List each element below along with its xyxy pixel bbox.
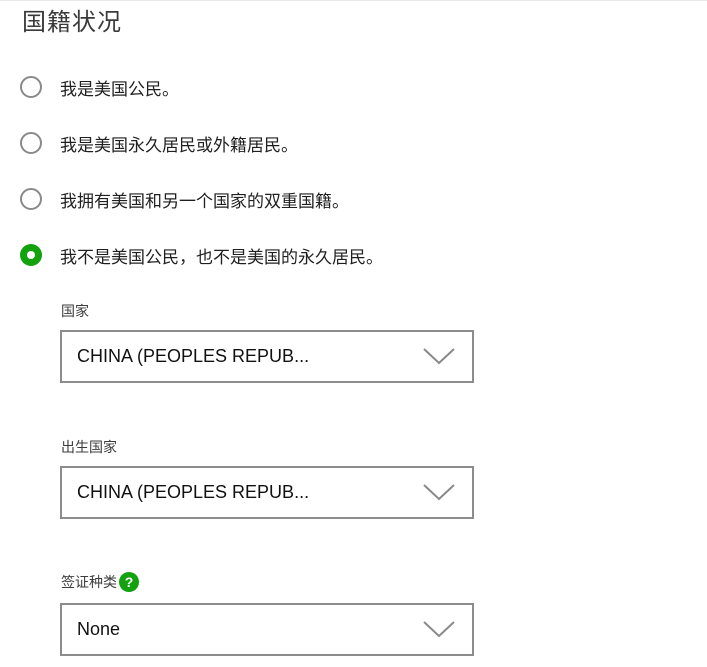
country-label-text: 国家 bbox=[61, 304, 89, 320]
radio-label: 我是美国永久居民或外籍居民。 bbox=[60, 135, 298, 156]
radio-label: 我不是美国公民，也不是美国的永久居民。 bbox=[60, 247, 383, 268]
country-select-value: CHINA (PEOPLES REPUB... bbox=[77, 346, 310, 366]
radio-button-checked[interactable] bbox=[20, 244, 42, 266]
birth-country-select[interactable]: CHINA (PEOPLES REPUB... bbox=[60, 466, 474, 519]
section-title: 国籍状况 bbox=[22, 8, 122, 36]
help-icon[interactable]: ? bbox=[119, 572, 139, 592]
radio-option-non-citizen[interactable]: 我不是美国公民，也不是美国的永久居民。 bbox=[20, 240, 383, 270]
visa-type-label: 签证种类 ? bbox=[61, 572, 139, 592]
chevron-down-icon bbox=[423, 621, 455, 638]
radio-option-dual-citizen[interactable]: 我拥有美国和另一个国家的双重国籍。 bbox=[20, 184, 349, 214]
radio-label: 我拥有美国和另一个国家的双重国籍。 bbox=[60, 191, 349, 212]
chevron-down-icon bbox=[423, 484, 455, 501]
chevron-down-icon bbox=[423, 348, 455, 365]
radio-button-unchecked[interactable] bbox=[20, 188, 42, 210]
birth-country-label: 出生国家 bbox=[61, 437, 117, 457]
country-label: 国家 bbox=[61, 301, 89, 321]
radio-option-us-citizen[interactable]: 我是美国公民。 bbox=[20, 72, 179, 102]
radio-button-unchecked[interactable] bbox=[20, 76, 42, 98]
radio-label: 我是美国公民。 bbox=[60, 79, 179, 100]
radio-option-permanent-resident[interactable]: 我是美国永久居民或外籍居民。 bbox=[20, 128, 298, 158]
top-divider bbox=[0, 0, 707, 1]
country-select[interactable]: CHINA (PEOPLES REPUB... bbox=[60, 330, 474, 383]
birth-country-select-value: CHINA (PEOPLES REPUB... bbox=[77, 482, 310, 502]
birth-country-label-text: 出生国家 bbox=[61, 440, 117, 456]
radio-button-unchecked[interactable] bbox=[20, 132, 42, 154]
visa-type-select-value: None bbox=[77, 619, 121, 639]
visa-type-select[interactable]: None bbox=[60, 603, 474, 656]
visa-type-label-text: 签证种类 bbox=[61, 575, 117, 591]
